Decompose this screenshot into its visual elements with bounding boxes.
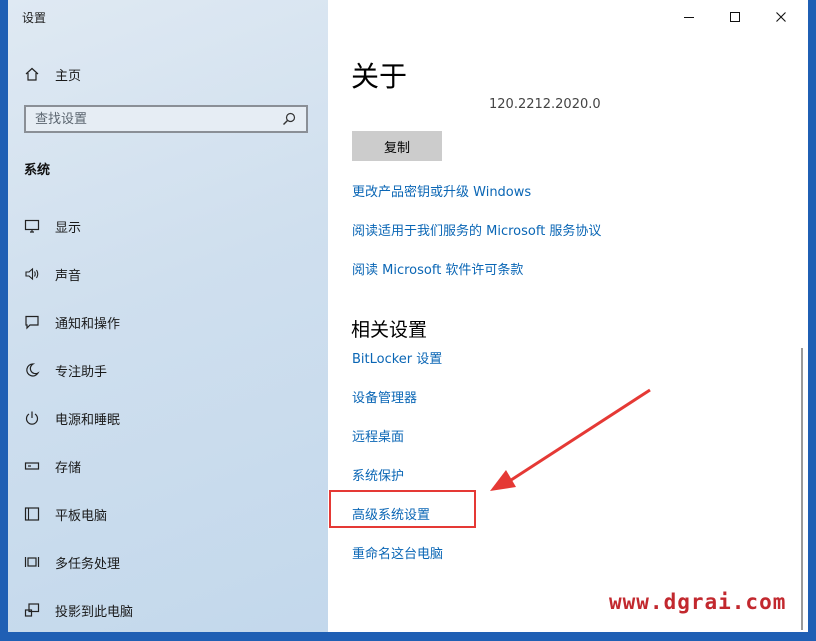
sidebar-item-label: 多任务处理 — [55, 556, 121, 572]
sidebar-item-label: 通知和操作 — [55, 316, 121, 332]
search-icon[interactable] — [282, 112, 300, 126]
sidebar-item-sound[interactable]: 声音 — [8, 254, 328, 294]
sidebar-item-storage[interactable]: 存储 — [8, 446, 328, 486]
sidebar-item-label: 平板电脑 — [55, 508, 108, 524]
sidebar-item-project[interactable]: 投影到此电脑 — [8, 590, 328, 630]
sidebar-item-label: 存储 — [55, 460, 82, 476]
power-icon — [24, 410, 40, 426]
sidebar-item-home[interactable]: 主页 — [8, 54, 328, 94]
main-content: 关于 120.2212.2020.0 复制 更改产品密钥或升级 Windows … — [328, 0, 808, 632]
monitor-icon — [24, 218, 40, 234]
storage-icon — [24, 458, 40, 474]
sidebar: 设置 主页 系统 显示 声音 — [8, 0, 328, 632]
sidebar-item-label: 显示 — [55, 220, 82, 236]
window-title: 设置 — [22, 11, 47, 25]
sidebar-item-label: 专注助手 — [55, 364, 108, 380]
watermark: www.dgrai.com — [609, 590, 787, 614]
home-icon — [24, 66, 40, 82]
speaker-icon — [24, 266, 40, 282]
settings-window: 设置 主页 系统 显示 声音 — [8, 0, 808, 632]
tablet-icon — [24, 506, 40, 522]
sidebar-item-label: 声音 — [55, 268, 82, 284]
sidebar-item-label: 主页 — [55, 68, 82, 84]
notification-icon — [24, 314, 40, 330]
sidebar-item-display[interactable]: 显示 — [8, 206, 328, 246]
sidebar-item-label: 投影到此电脑 — [55, 604, 134, 620]
section-title-system: 系统 — [24, 163, 51, 178]
sidebar-item-label: 电源和睡眠 — [55, 412, 121, 428]
sidebar-item-focus-assist[interactable]: 专注助手 — [8, 350, 328, 390]
sidebar-item-power[interactable]: 电源和睡眠 — [8, 398, 328, 438]
sidebar-item-tablet[interactable]: 平板电脑 — [8, 494, 328, 534]
sidebar-item-notifications[interactable]: 通知和操作 — [8, 302, 328, 342]
multitask-icon — [24, 554, 40, 570]
search-box[interactable] — [24, 105, 308, 133]
red-arrow-annotation — [490, 388, 651, 491]
search-input[interactable] — [26, 106, 282, 132]
sidebar-item-multitasking[interactable]: 多任务处理 — [8, 542, 328, 582]
project-icon — [24, 602, 40, 618]
moon-icon — [24, 362, 40, 378]
